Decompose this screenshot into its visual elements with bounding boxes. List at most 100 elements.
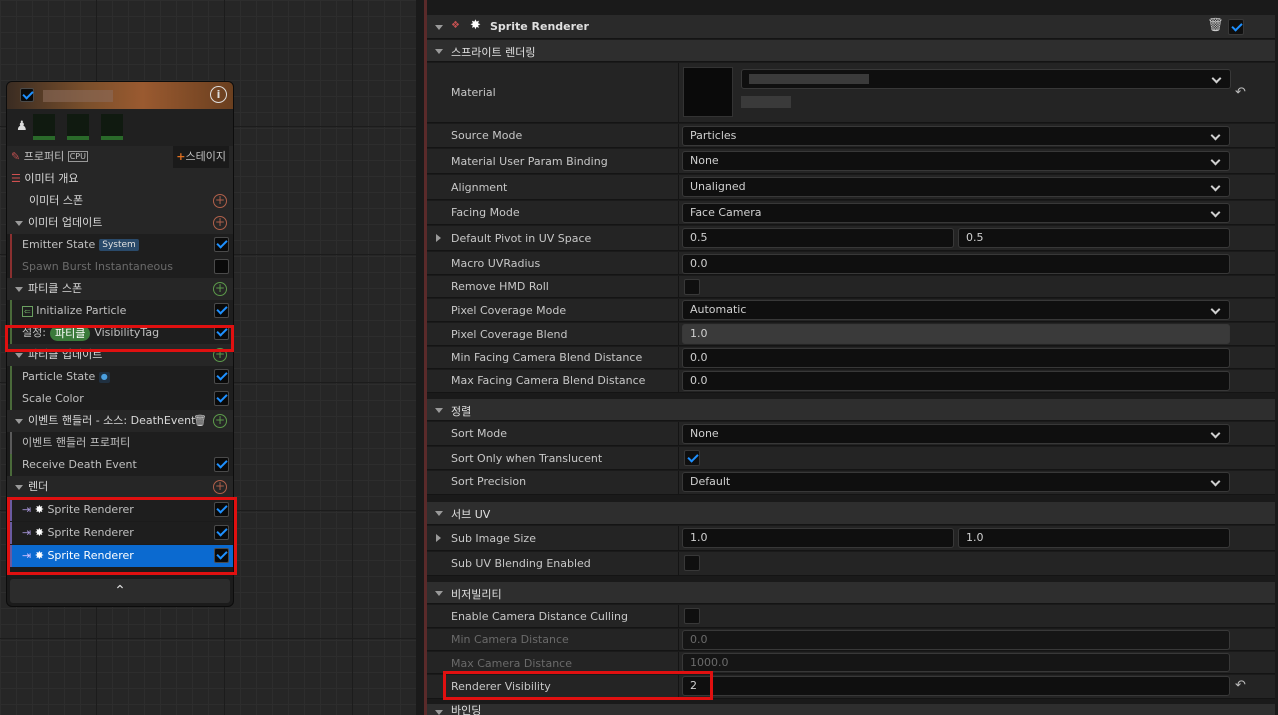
section-binding[interactable]: 바인딩 bbox=[427, 704, 1275, 715]
sort-precision-dropdown[interactable]: Default bbox=[682, 472, 1230, 492]
trash-icon[interactable]: 🗑 bbox=[1207, 18, 1224, 33]
pixel-coverage-blend-field[interactable]: 1.0 bbox=[682, 324, 1230, 344]
collapse-icon[interactable] bbox=[15, 286, 23, 292]
section-sorting[interactable]: 정렬 bbox=[427, 399, 1275, 421]
sub-image-x-field[interactable]: 1.0 bbox=[682, 528, 954, 548]
source-mode-dropdown[interactable]: Particles bbox=[682, 126, 1230, 146]
module-enable-checkbox[interactable] bbox=[214, 391, 229, 406]
spawn-burst-module[interactable]: Spawn Burst Instantaneous bbox=[10, 256, 233, 278]
section-sprite-rendering[interactable]: 스프라이트 렌더링 bbox=[427, 40, 1275, 62]
add-module-icon[interactable]: + bbox=[213, 480, 227, 494]
module-enable-checkbox[interactable] bbox=[214, 303, 229, 318]
reset-to-default-icon[interactable]: ↶ bbox=[1235, 678, 1246, 693]
sort-only-translucent-checkbox[interactable] bbox=[684, 450, 700, 466]
particle-spawn-row[interactable]: 파티클 스폰 + bbox=[7, 278, 233, 300]
renderer-type-icon: ❖ bbox=[451, 20, 460, 31]
add-module-icon[interactable]: + bbox=[213, 414, 227, 428]
collapse-node-button[interactable]: ⌃ bbox=[10, 579, 230, 603]
particle-state-module[interactable]: Particle State ● bbox=[10, 366, 233, 388]
reset-to-default-icon[interactable]: ↶ bbox=[1235, 85, 1246, 100]
collapse-icon[interactable] bbox=[435, 25, 443, 30]
emitter-spawn-row[interactable]: 이미터 스폰 + bbox=[7, 190, 233, 212]
dropdown-value: Unaligned bbox=[690, 180, 746, 193]
module-enable-checkbox[interactable] bbox=[214, 237, 229, 252]
receive-death-module[interactable]: Receive Death Event bbox=[10, 454, 233, 476]
property-label: Sort Precision bbox=[451, 475, 527, 488]
properties-label[interactable]: 프로퍼티 bbox=[24, 150, 64, 163]
emitter-summary-label: 이미터 개요 bbox=[24, 172, 79, 185]
max-facing-field[interactable]: 0.0 bbox=[682, 371, 1230, 391]
event-handler-row[interactable]: 이벤트 핸들러 - 소스: DeathEvent 🗑 + bbox=[7, 410, 233, 432]
alignment-row: Alignment Unaligned bbox=[427, 175, 1275, 200]
collapse-icon[interactable] bbox=[15, 484, 23, 490]
sub-image-y-field[interactable]: 1.0 bbox=[958, 528, 1230, 548]
trash-icon[interactable]: 🗑 bbox=[193, 410, 207, 432]
module-enable-checkbox[interactable] bbox=[214, 259, 229, 274]
property-label: Alignment bbox=[451, 181, 508, 194]
emitter-enable-checkbox[interactable] bbox=[20, 88, 34, 102]
pencil-icon[interactable]: ✎ bbox=[11, 150, 20, 163]
render-row[interactable]: 렌더 + bbox=[7, 476, 233, 498]
facing-mode-row: Facing Mode Face Camera bbox=[427, 201, 1275, 225]
macro-uv-field[interactable]: 0.0 bbox=[682, 254, 1230, 274]
renderer-header[interactable]: ❖ ✸ Sprite Renderer 🗑 bbox=[427, 15, 1275, 39]
material-user-param-dropdown[interactable]: None bbox=[682, 151, 1230, 171]
renderer-enable-checkbox[interactable] bbox=[1228, 19, 1244, 35]
emitter-summary-row[interactable]: ☰ 이미터 개요 bbox=[7, 168, 233, 190]
collapse-icon[interactable] bbox=[435, 710, 443, 715]
sort-mode-dropdown[interactable]: None bbox=[682, 424, 1230, 444]
info-icon[interactable]: i bbox=[210, 86, 227, 103]
material-thumbnail[interactable] bbox=[683, 67, 733, 117]
arrow-in-icon: ⇐ bbox=[22, 306, 33, 317]
facing-mode-dropdown[interactable]: Face Camera bbox=[682, 203, 1230, 223]
event-handler-label: 이벤트 핸들러 - 소스: DeathEvent bbox=[28, 414, 196, 427]
property-label: Remove HMD Roll bbox=[451, 280, 549, 293]
event-handler-props-row[interactable]: 이벤트 핸들러 프로퍼티 bbox=[10, 432, 233, 454]
emitter-state-module[interactable]: Emitter State System bbox=[10, 234, 233, 256]
module-label: 이벤트 핸들러 프로퍼티 bbox=[22, 436, 131, 449]
expand-icon[interactable] bbox=[436, 234, 441, 242]
add-module-icon[interactable]: + bbox=[213, 216, 227, 230]
collapse-icon[interactable] bbox=[15, 418, 23, 424]
plus-icon: + bbox=[176, 150, 186, 163]
min-facing-field[interactable]: 0.0 bbox=[682, 348, 1230, 368]
material-picker[interactable] bbox=[741, 69, 1231, 89]
panel-splitter[interactable] bbox=[416, 0, 424, 715]
section-label: 스프라이트 렌더링 bbox=[451, 46, 536, 59]
pivot-y-field[interactable]: 0.5 bbox=[958, 228, 1230, 248]
emitter-update-row[interactable]: 이미터 업데이트 + bbox=[7, 212, 233, 234]
alignment-dropdown[interactable]: Unaligned bbox=[682, 177, 1230, 197]
expand-icon[interactable] bbox=[436, 534, 441, 542]
sub-uv-blending-checkbox[interactable] bbox=[684, 555, 700, 571]
collapse-icon[interactable] bbox=[15, 220, 23, 226]
module-enable-checkbox[interactable] bbox=[214, 457, 229, 472]
section-label: 비저빌리티 bbox=[451, 588, 502, 601]
dropdown-value: Face Camera bbox=[690, 206, 762, 219]
add-module-icon[interactable]: + bbox=[213, 282, 227, 296]
module-enable-checkbox[interactable] bbox=[214, 369, 229, 384]
emitter-spawn-label: 이미터 스폰 bbox=[29, 194, 84, 207]
chevron-up-icon: ⌃ bbox=[114, 583, 126, 599]
collapse-icon[interactable] bbox=[435, 408, 443, 413]
material-row: Material ↶ bbox=[427, 63, 1275, 123]
remove-hmd-checkbox[interactable] bbox=[684, 279, 700, 295]
scale-color-module[interactable]: Scale Color bbox=[10, 388, 233, 410]
collapse-icon[interactable] bbox=[435, 511, 443, 516]
pivot-x-field[interactable]: 0.5 bbox=[682, 228, 954, 248]
section-sub-uv[interactable]: 서브 UV bbox=[427, 502, 1275, 525]
add-stage-button[interactable]: +스테이지 bbox=[173, 146, 229, 168]
collapse-icon[interactable] bbox=[435, 49, 443, 54]
collapse-icon[interactable] bbox=[15, 352, 23, 358]
section-visibility[interactable]: 비저빌리티 bbox=[427, 582, 1275, 604]
collapse-icon[interactable] bbox=[435, 591, 443, 596]
remove-hmd-row: Remove HMD Roll bbox=[427, 276, 1275, 298]
property-label: Min Camera Distance bbox=[451, 633, 569, 646]
enable-camera-culling-checkbox[interactable] bbox=[684, 608, 700, 624]
min-camera-distance-row: Min Camera Distance 0.0 bbox=[427, 629, 1275, 651]
add-module-icon[interactable]: + bbox=[213, 194, 227, 208]
section-label: 정렬 bbox=[451, 405, 472, 418]
initialize-particle-module[interactable]: ⇐ Initialize Particle bbox=[10, 300, 233, 322]
renderer-visibility-field[interactable]: 2 bbox=[682, 676, 1230, 696]
pixel-coverage-mode-dropdown[interactable]: Automatic bbox=[682, 300, 1230, 320]
emitter-node-header[interactable]: i bbox=[7, 82, 233, 109]
